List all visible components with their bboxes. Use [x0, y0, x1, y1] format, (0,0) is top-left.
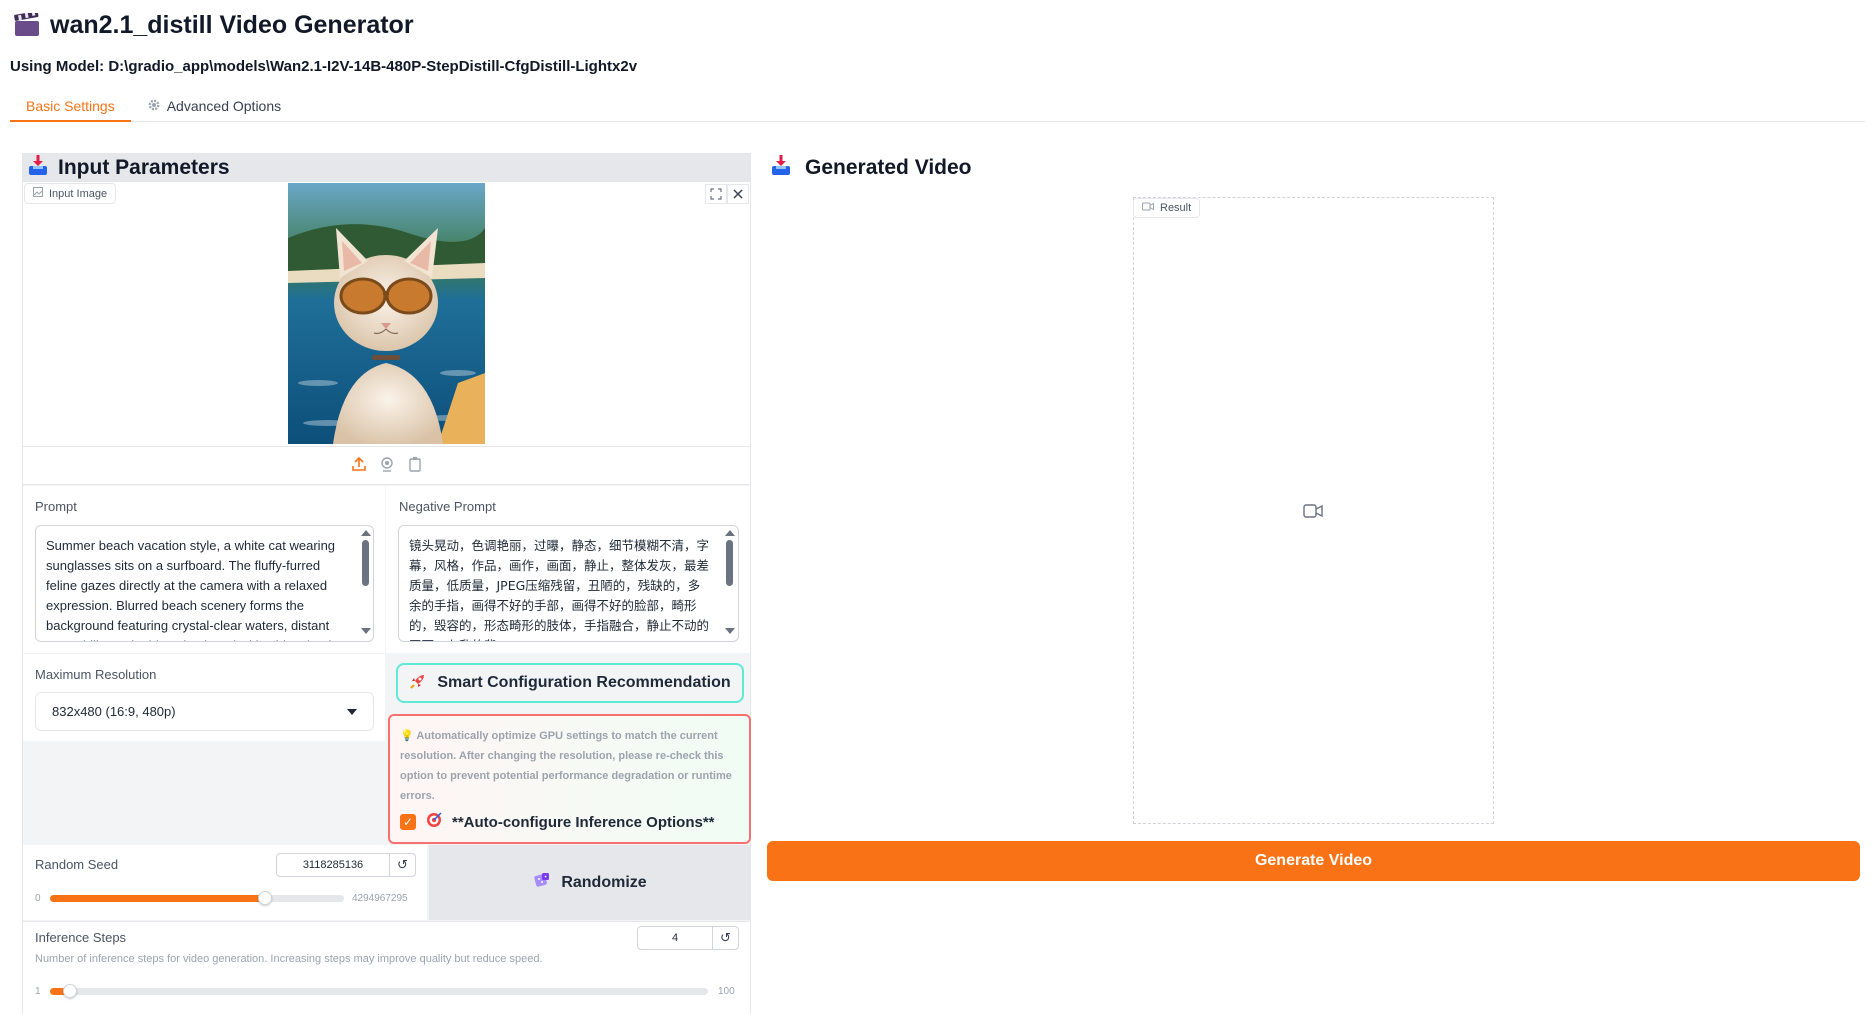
input-panel-header: Input Parameters: [22, 153, 751, 182]
prompt-scrollbar[interactable]: [360, 530, 372, 638]
seed-max: 4294967295: [352, 893, 408, 904]
auto-config-checkbox[interactable]: ✓: [400, 814, 416, 830]
input-panel-title: Input Parameters: [58, 155, 230, 179]
negative-prompt-label: Negative Prompt: [399, 499, 496, 514]
auto-config-checkbox-row[interactable]: ✓ **Auto-configure Inference Options**: [400, 812, 739, 832]
reset-icon[interactable]: ↺: [712, 927, 738, 949]
generate-video-button[interactable]: Generate Video: [767, 841, 1860, 881]
target-icon: [426, 812, 442, 832]
randomize-button[interactable]: Randomize: [429, 845, 751, 920]
seed-input[interactable]: 3118285136 ↺: [276, 853, 416, 877]
steps-info: Number of inference steps for video gene…: [35, 953, 543, 965]
output-panel-title: Generated Video: [805, 155, 972, 179]
clipboard-icon[interactable]: [407, 456, 423, 477]
resolution-dropdown[interactable]: 832x480 (16:9, 480p): [35, 692, 374, 731]
tab-label: Advanced Options: [166, 98, 282, 114]
negative-prompt-scrollbar[interactable]: [724, 530, 736, 638]
steps-label: Inference Steps: [35, 930, 127, 945]
image-toolbar: [705, 184, 749, 204]
seed-slider-fill: [50, 895, 265, 902]
resolution-label: Maximum Resolution: [35, 667, 157, 682]
rocket-icon: [409, 672, 427, 695]
steps-slider[interactable]: [50, 988, 708, 995]
inbox-tray-icon: [771, 154, 791, 181]
inbox-tray-icon: [28, 154, 48, 181]
app-header: wan2.1_distill Video Generator: [14, 8, 414, 42]
smart-config-button[interactable]: Smart Configuration Recommendation: [396, 663, 744, 703]
prompt-label: Prompt: [35, 499, 77, 514]
gear-icon: [147, 98, 161, 115]
steps-min: 1: [35, 986, 41, 997]
input-image-label: Input Image: [24, 183, 117, 204]
video-placeholder-icon: [1303, 504, 1323, 523]
model-path: Using Model: D:\gradio_app\models\Wan2.1…: [10, 58, 638, 75]
steps-slider-knob[interactable]: [62, 984, 77, 998]
negative-prompt-textarea[interactable]: 镜头晃动，色调艳丽，过曝，静态，细节模糊不清，字幕，风格，作品，画作，画面，静止…: [398, 525, 739, 642]
video-camera-icon: [1142, 202, 1154, 214]
result-label: Result: [1133, 198, 1201, 218]
tab-advanced-options[interactable]: Advanced Options: [131, 92, 297, 122]
image-icon: [33, 187, 43, 200]
tab-label: Basic Settings: [26, 98, 115, 114]
seed-min: 0: [35, 893, 41, 904]
auto-config-note: 💡 Automatically optimize GPU settings to…: [400, 730, 732, 802]
tab-bar: Basic Settings Advanced Options: [10, 92, 1865, 122]
steps-input[interactable]: 4 ↺: [637, 926, 739, 950]
auto-config-box: 💡 Automatically optimize GPU settings to…: [388, 714, 751, 844]
close-icon[interactable]: [727, 184, 749, 204]
upload-icon[interactable]: [351, 456, 367, 477]
output-panel-header: Generated Video: [771, 153, 972, 182]
chevron-down-icon: [347, 708, 357, 715]
seed-slider[interactable]: [50, 895, 344, 902]
clapper-icon: [14, 10, 40, 37]
seed-label: Random Seed: [35, 857, 119, 872]
image-source-row: [23, 446, 750, 486]
seed-slider-knob[interactable]: [257, 891, 272, 905]
lightbulb-icon: 💡: [400, 730, 414, 742]
steps-max: 100: [718, 986, 735, 997]
webcam-icon[interactable]: [379, 456, 395, 477]
reset-icon[interactable]: ↺: [389, 854, 415, 876]
app-title: wan2.1_distill Video Generator: [50, 10, 414, 39]
tab-basic-settings[interactable]: Basic Settings: [10, 92, 131, 122]
prompt-textarea[interactable]: Summer beach vacation style, a white cat…: [35, 525, 374, 642]
input-image-preview: [288, 183, 485, 444]
dice-icon: [533, 871, 551, 894]
fullscreen-icon[interactable]: [705, 184, 727, 204]
